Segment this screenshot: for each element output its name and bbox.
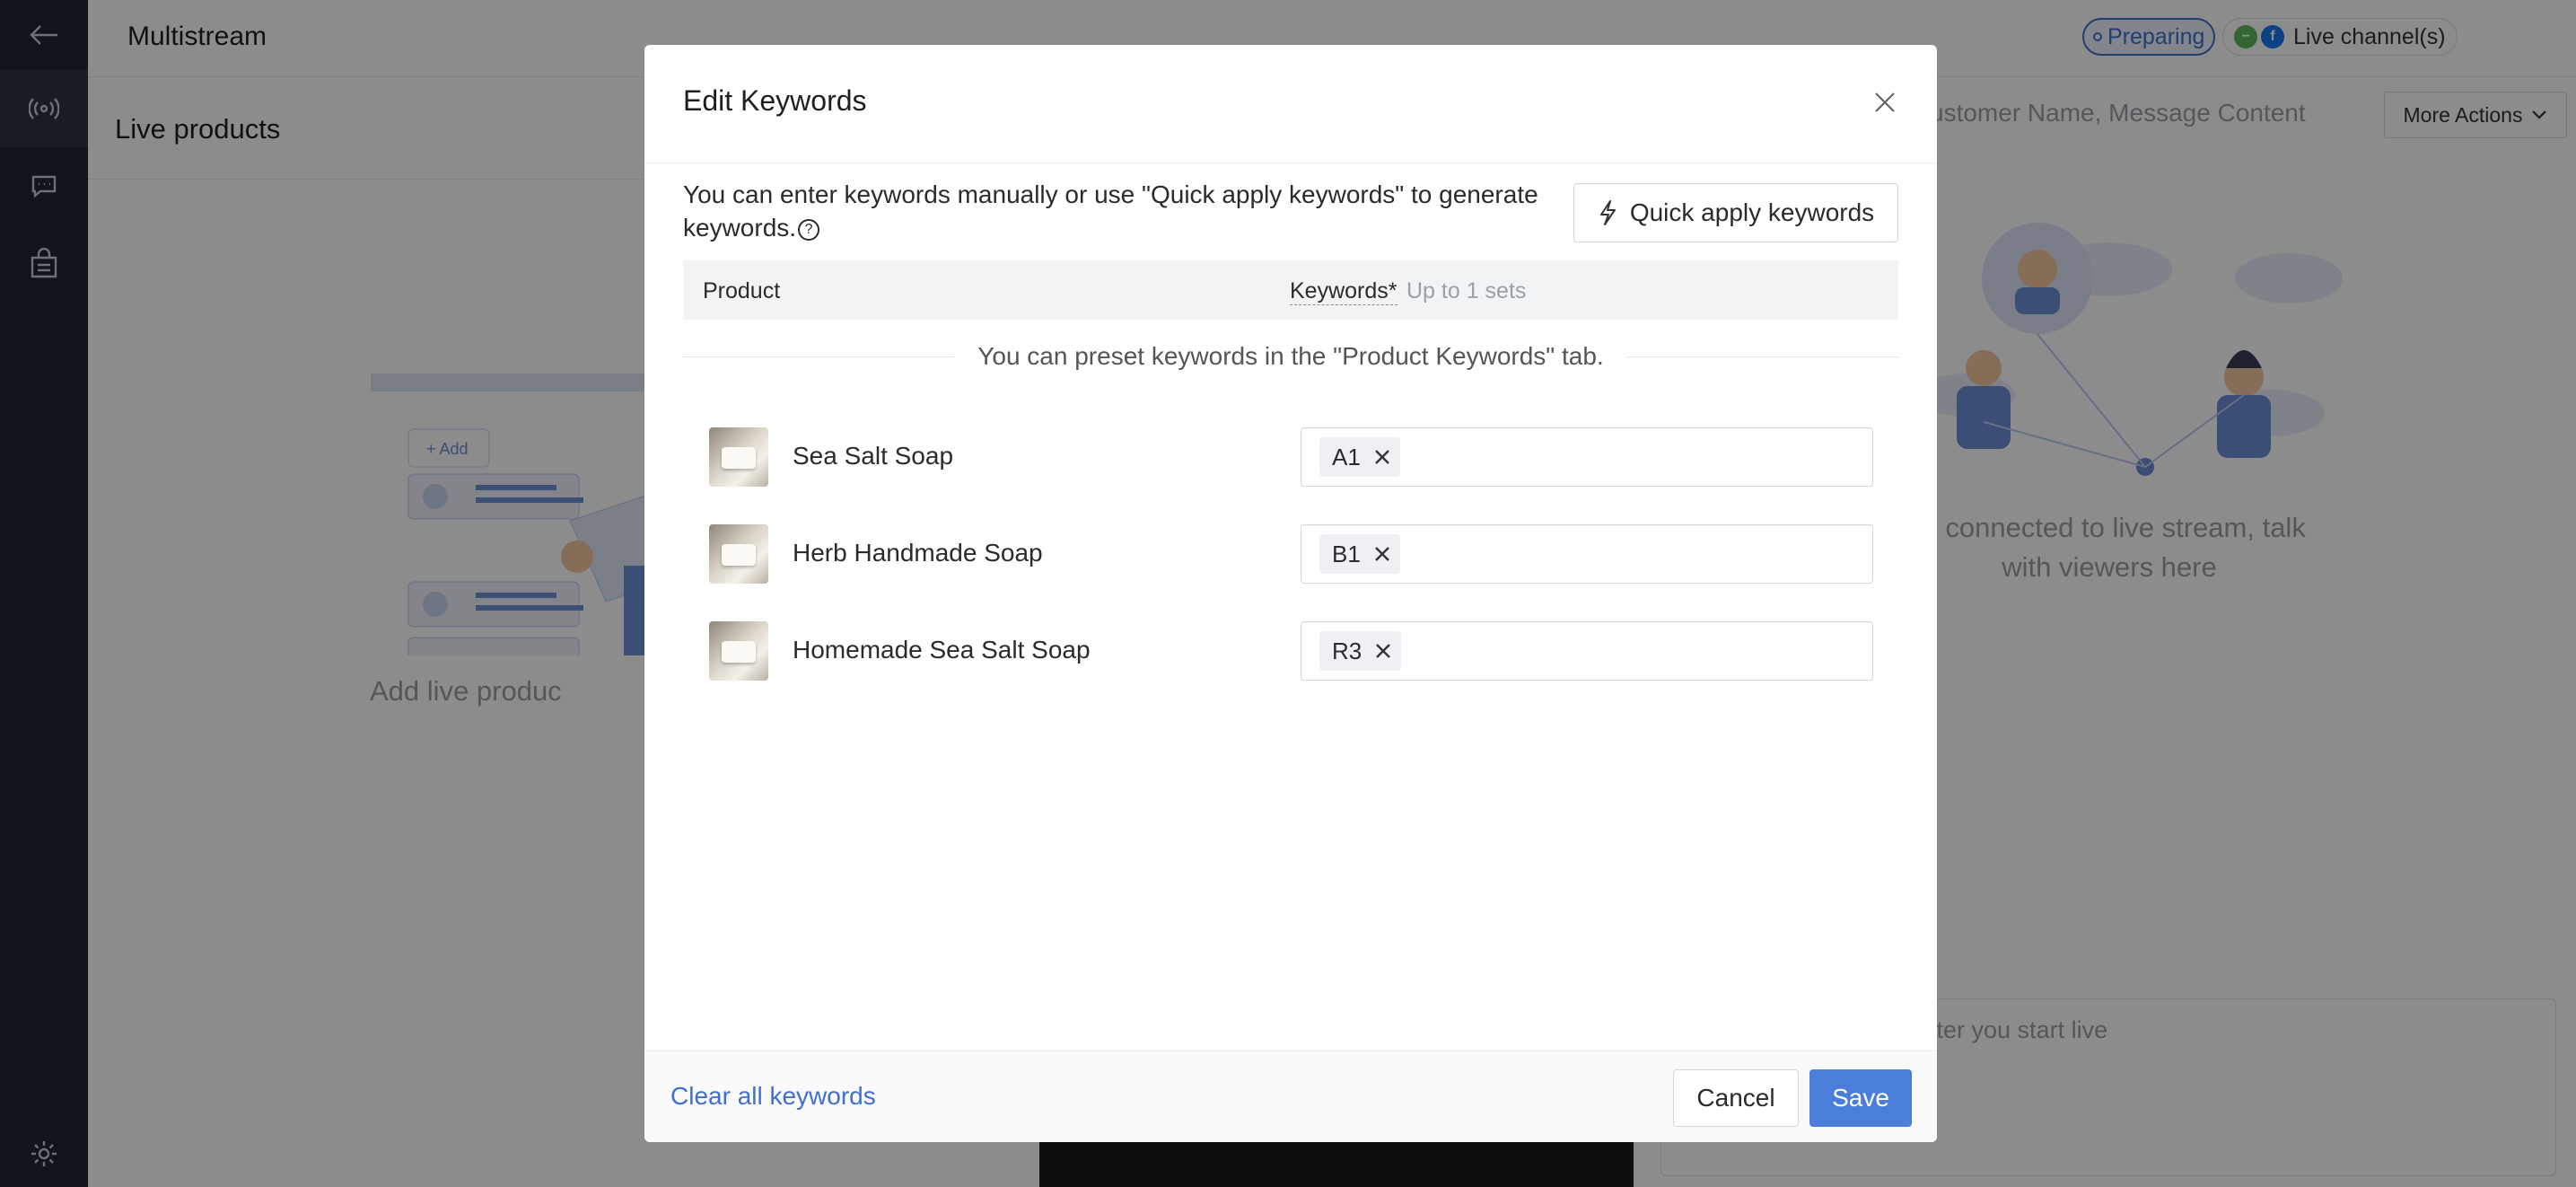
intro-text: You can enter keywords manually or use "…	[683, 178, 1545, 244]
preset-note-divider: You can preset keywords in the "Product …	[683, 336, 1899, 377]
dialog-footer: Clear all keywords Cancel Save	[644, 1051, 1937, 1142]
product-name: Sea Salt Soap	[793, 442, 954, 470]
edit-keywords-dialog: Edit Keywords You can enter keywords man…	[644, 45, 1937, 1142]
product-thumbnail	[709, 621, 768, 681]
dialog-header: Edit Keywords	[644, 45, 1937, 163]
keywords-limit-hint: Up to 1 sets	[1406, 278, 1527, 303]
table-row: Sea Salt Soap A1	[683, 427, 1898, 487]
lightning-icon	[1599, 200, 1616, 225]
remove-tag-icon[interactable]	[1374, 642, 1392, 660]
table-header: Product Keywords* Up to 1 sets	[683, 260, 1898, 320]
cancel-button[interactable]: Cancel	[1673, 1069, 1799, 1127]
column-keywords: Keywords*	[1290, 278, 1398, 305]
product-name: Homemade Sea Salt Soap	[793, 636, 1091, 664]
keyword-tag: A1	[1319, 437, 1400, 477]
keyword-input[interactable]: R3	[1301, 621, 1873, 681]
preset-note: You can preset keywords in the "Product …	[977, 342, 1604, 370]
divider-line	[1626, 356, 1899, 357]
keyword-tag: B1	[1319, 534, 1400, 574]
quick-apply-label: Quick apply keywords	[1629, 198, 1875, 226]
product-thumbnail	[709, 524, 768, 584]
product-thumbnail	[709, 427, 768, 487]
keyword-tag-label: R3	[1332, 637, 1362, 664]
quick-apply-keywords-button[interactable]: Quick apply keywords	[1573, 183, 1898, 242]
keyword-input[interactable]: B1	[1301, 524, 1873, 584]
keyword-input[interactable]: A1	[1301, 427, 1873, 487]
keyword-tag-label: B1	[1332, 540, 1361, 567]
keyword-tag-label: A1	[1332, 443, 1361, 470]
help-icon[interactable]: ?	[798, 218, 820, 241]
dialog-title: Edit Keywords	[683, 84, 867, 117]
close-button[interactable]	[1869, 86, 1901, 119]
clear-all-keywords-link[interactable]: Clear all keywords	[670, 1082, 876, 1111]
keyword-tag: R3	[1319, 631, 1402, 671]
table-row: Herb Handmade Soap B1	[683, 524, 1898, 584]
product-name: Herb Handmade Soap	[793, 539, 1043, 567]
divider-line	[683, 356, 955, 357]
remove-tag-icon[interactable]	[1373, 448, 1391, 466]
remove-tag-icon[interactable]	[1373, 545, 1391, 563]
column-product: Product	[703, 278, 781, 303]
table-row: Homemade Sea Salt Soap R3	[683, 621, 1898, 681]
save-button[interactable]: Save	[1809, 1069, 1912, 1127]
close-icon	[1875, 92, 1895, 112]
